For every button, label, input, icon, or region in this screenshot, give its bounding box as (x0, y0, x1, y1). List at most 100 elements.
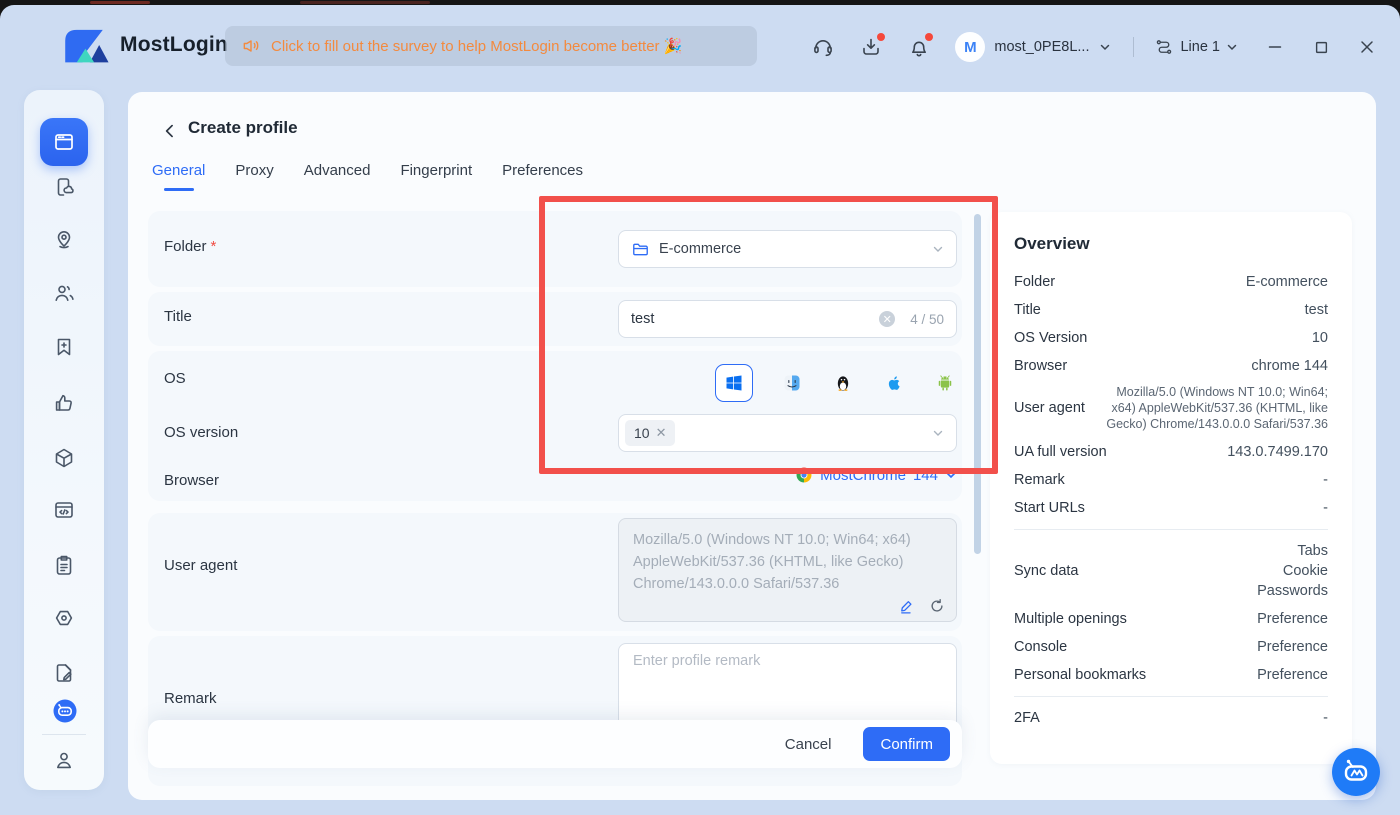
notification-dot (877, 33, 885, 41)
sidebar-item-cloud-phone[interactable] (52, 175, 76, 199)
app-name: MostLogin (120, 33, 228, 57)
row-value: Preference (1257, 637, 1328, 657)
os-option-windows[interactable] (715, 364, 753, 402)
refresh-icon[interactable] (928, 597, 946, 615)
sidebar (24, 90, 104, 790)
tab-general[interactable]: General (152, 162, 205, 191)
folder-icon (631, 240, 650, 259)
sidebar-item-assistant[interactable] (52, 698, 76, 722)
sidebar-item-profiles[interactable] (40, 118, 88, 166)
sidebar-item-proxy[interactable] (52, 227, 76, 251)
avatar[interactable]: M (955, 32, 985, 62)
minimize-icon[interactable] (1266, 38, 1284, 56)
tabs: General Proxy Advanced Fingerprint Prefe… (152, 162, 583, 191)
bell-icon[interactable] (907, 35, 931, 59)
main-panel: Create profile General Proxy Advanced Fi… (128, 92, 1376, 800)
os-option-linux[interactable] (831, 371, 855, 395)
download-icon[interactable] (859, 35, 883, 59)
phone-cloud-icon (52, 175, 76, 199)
app-window: MostLogin Click to fill out the survey t… (0, 5, 1400, 815)
os-option-macos[interactable] (780, 371, 804, 395)
overview-row-personal-bookmarks: Personal bookmarksPreference (1014, 665, 1328, 685)
os-option-ios[interactable] (882, 371, 906, 395)
row-value: test (1305, 300, 1328, 320)
form-scrollbar[interactable] (974, 214, 981, 554)
user-agent-value: Mozilla/5.0 (Windows NT 10.0; Win64; x64… (633, 532, 911, 592)
topbar: MostLogin Click to fill out the survey t… (0, 5, 1400, 89)
row-label: Folder (1014, 272, 1055, 292)
sidebar-item-logs[interactable] (52, 553, 76, 577)
title-label: Title (164, 308, 192, 325)
os-option-android[interactable] (933, 371, 957, 395)
windows-icon (724, 373, 744, 393)
overview-row-os-version: OS Version10 (1014, 328, 1328, 348)
row-value: 10 (1312, 328, 1328, 348)
row-value: Preference (1257, 609, 1328, 629)
document-edit-icon (52, 661, 76, 685)
overview-row-remark: Remark- (1014, 470, 1328, 490)
mostlogin-logo (58, 19, 110, 71)
sidebar-item-settings[interactable] (52, 606, 76, 630)
row-label: Start URLs (1014, 498, 1085, 518)
line-label[interactable]: Line 1 (1180, 39, 1220, 55)
divider (42, 734, 86, 735)
remark-label: Remark (164, 690, 217, 707)
robot-chat-icon (52, 698, 78, 724)
row-label: 2FA (1014, 708, 1040, 728)
overview-panel: Overview FolderE-commerce Titletest OS V… (990, 212, 1352, 764)
divider (1014, 696, 1328, 697)
bookmark-plus-icon (52, 335, 76, 359)
row-value: Tabs Cookie Passwords (1257, 541, 1328, 601)
sidebar-item-apps[interactable] (52, 446, 76, 470)
overview-row-console: ConsolePreference (1014, 637, 1328, 657)
divider (1133, 37, 1134, 57)
row-label: Title (1014, 300, 1041, 320)
survey-banner[interactable]: Click to fill out the survey to help Mos… (225, 26, 757, 66)
overview-row-multiple-openings: Multiple openingsPreference (1014, 609, 1328, 629)
required-mark: * (211, 238, 217, 255)
background-artifact (90, 1, 150, 4)
browser-select[interactable]: MostChrome 144 (618, 466, 957, 484)
row-label: User agent (1014, 398, 1085, 418)
overview-row-start-urls: Start URLs- (1014, 498, 1328, 518)
line-selector[interactable]: Line 1 (1154, 37, 1238, 57)
sidebar-item-likes[interactable] (52, 391, 76, 415)
sidebar-item-bookmarks[interactable] (52, 335, 76, 359)
os-options (618, 364, 957, 402)
row-label: UA full version (1014, 442, 1107, 462)
close-icon[interactable] (1358, 38, 1376, 56)
folder-select[interactable]: E-commerce (618, 230, 957, 268)
clear-icon[interactable]: ✕ (879, 311, 895, 327)
survey-banner-text[interactable]: Click to fill out the survey to help Mos… (271, 37, 682, 55)
maximize-icon[interactable] (1312, 38, 1330, 56)
chevron-down-icon[interactable] (1099, 41, 1111, 53)
title-input[interactable]: test ✕ 4 / 50 (618, 300, 957, 338)
tab-advanced[interactable]: Advanced (304, 162, 371, 191)
tab-preferences[interactable]: Preferences (502, 162, 583, 191)
sidebar-item-docs[interactable] (52, 661, 76, 685)
account-name[interactable]: most_0PE8L... (994, 39, 1089, 55)
user-icon (52, 748, 76, 772)
edit-pencil-icon[interactable] (898, 597, 916, 615)
os-version-select[interactable]: 10 ✕ (618, 414, 957, 452)
user-agent-box: Mozilla/5.0 (Windows NT 10.0; Win64; x64… (618, 518, 957, 622)
tag-close-icon[interactable]: ✕ (656, 425, 667, 441)
tab-fingerprint[interactable]: Fingerprint (400, 162, 472, 191)
sidebar-item-team[interactable] (52, 281, 76, 305)
row-value: 143.0.7499.170 (1227, 442, 1328, 462)
row-value: Mozilla/5.0 (Windows NT 10.0; Win64; x64… (1103, 384, 1328, 432)
confirm-button[interactable]: Confirm (863, 727, 950, 761)
chevron-down-icon[interactable] (1226, 41, 1238, 53)
tab-proxy[interactable]: Proxy (235, 162, 273, 191)
sidebar-item-api[interactable] (52, 498, 76, 522)
cancel-button[interactable]: Cancel (779, 735, 838, 754)
row-label: Personal bookmarks (1014, 665, 1146, 685)
browser-version: 144 (913, 467, 938, 484)
sidebar-item-account[interactable] (52, 748, 76, 772)
overview-row-browser: Browserchrome 144 (1014, 356, 1328, 376)
back-chevron-icon[interactable] (160, 121, 180, 141)
divider (1014, 529, 1328, 530)
folder-label-text: Folder (164, 238, 207, 255)
assistant-fab[interactable] (1332, 748, 1380, 796)
headset-icon[interactable] (811, 35, 835, 59)
